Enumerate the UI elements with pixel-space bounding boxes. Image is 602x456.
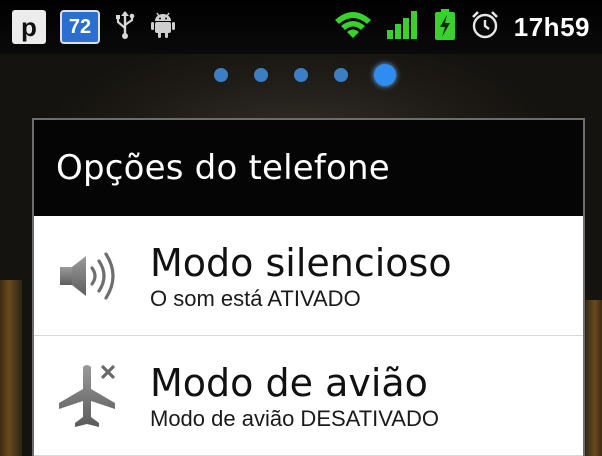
wifi-icon xyxy=(334,10,372,44)
dialog-title: Opções do telefone xyxy=(56,148,390,188)
volume-speaker-icon xyxy=(48,234,132,318)
airplane-mode-icon xyxy=(48,354,132,438)
p-app-icon: p xyxy=(12,10,46,44)
airplane-mode-option[interactable]: Modo de avião Modo de avião DESATIVADO xyxy=(34,336,583,456)
status-bar-clock: 17h59 xyxy=(513,11,590,42)
p-app-icon-label: p xyxy=(21,12,37,42)
cell-signal-icon xyxy=(386,10,420,44)
page-dot-2[interactable] xyxy=(254,68,268,82)
dialog-options-list: Modo silencioso O som está ATIVADO Modo … xyxy=(34,216,583,456)
airplane-mode-title: Modo de avião xyxy=(150,360,428,405)
home-page-indicator[interactable] xyxy=(214,64,396,86)
phone-options-dialog: Opções do telefone Modo silencioso O som… xyxy=(32,118,585,456)
notification-count: 72 xyxy=(68,15,92,38)
wallpaper-edge-right xyxy=(584,300,602,456)
status-bar[interactable]: p 72 17h59 xyxy=(0,0,602,54)
notification-count-icon: 72 xyxy=(60,10,100,44)
battery-charging-icon xyxy=(434,9,456,45)
status-bar-system-icons: 17h59 xyxy=(334,9,602,45)
wallpaper-edge-left xyxy=(0,280,22,456)
page-dot-3[interactable] xyxy=(294,68,308,82)
silent-mode-option[interactable]: Modo silencioso O som está ATIVADO xyxy=(34,216,583,336)
alarm-icon xyxy=(470,10,500,44)
silent-mode-status: O som está ATIVADO xyxy=(150,285,361,311)
status-bar-notifications: p 72 xyxy=(0,10,176,44)
phone-screen: p 72 17h59 Opções do telefone Modo silen… xyxy=(0,0,602,456)
page-dot-4[interactable] xyxy=(334,68,348,82)
android-debug-icon xyxy=(150,11,176,43)
silent-mode-title: Modo silencioso xyxy=(150,240,452,285)
airplane-mode-status: Modo de avião DESATIVADO xyxy=(150,405,439,431)
page-dot-5-active[interactable] xyxy=(374,64,396,86)
dialog-header: Opções do telefone xyxy=(34,120,583,216)
page-dot-1[interactable] xyxy=(214,68,228,82)
airplane-mode-text: Modo de avião Modo de avião DESATIVADO xyxy=(150,360,439,432)
silent-mode-text: Modo silencioso O som está ATIVADO xyxy=(150,240,452,312)
usb-icon xyxy=(114,10,136,44)
